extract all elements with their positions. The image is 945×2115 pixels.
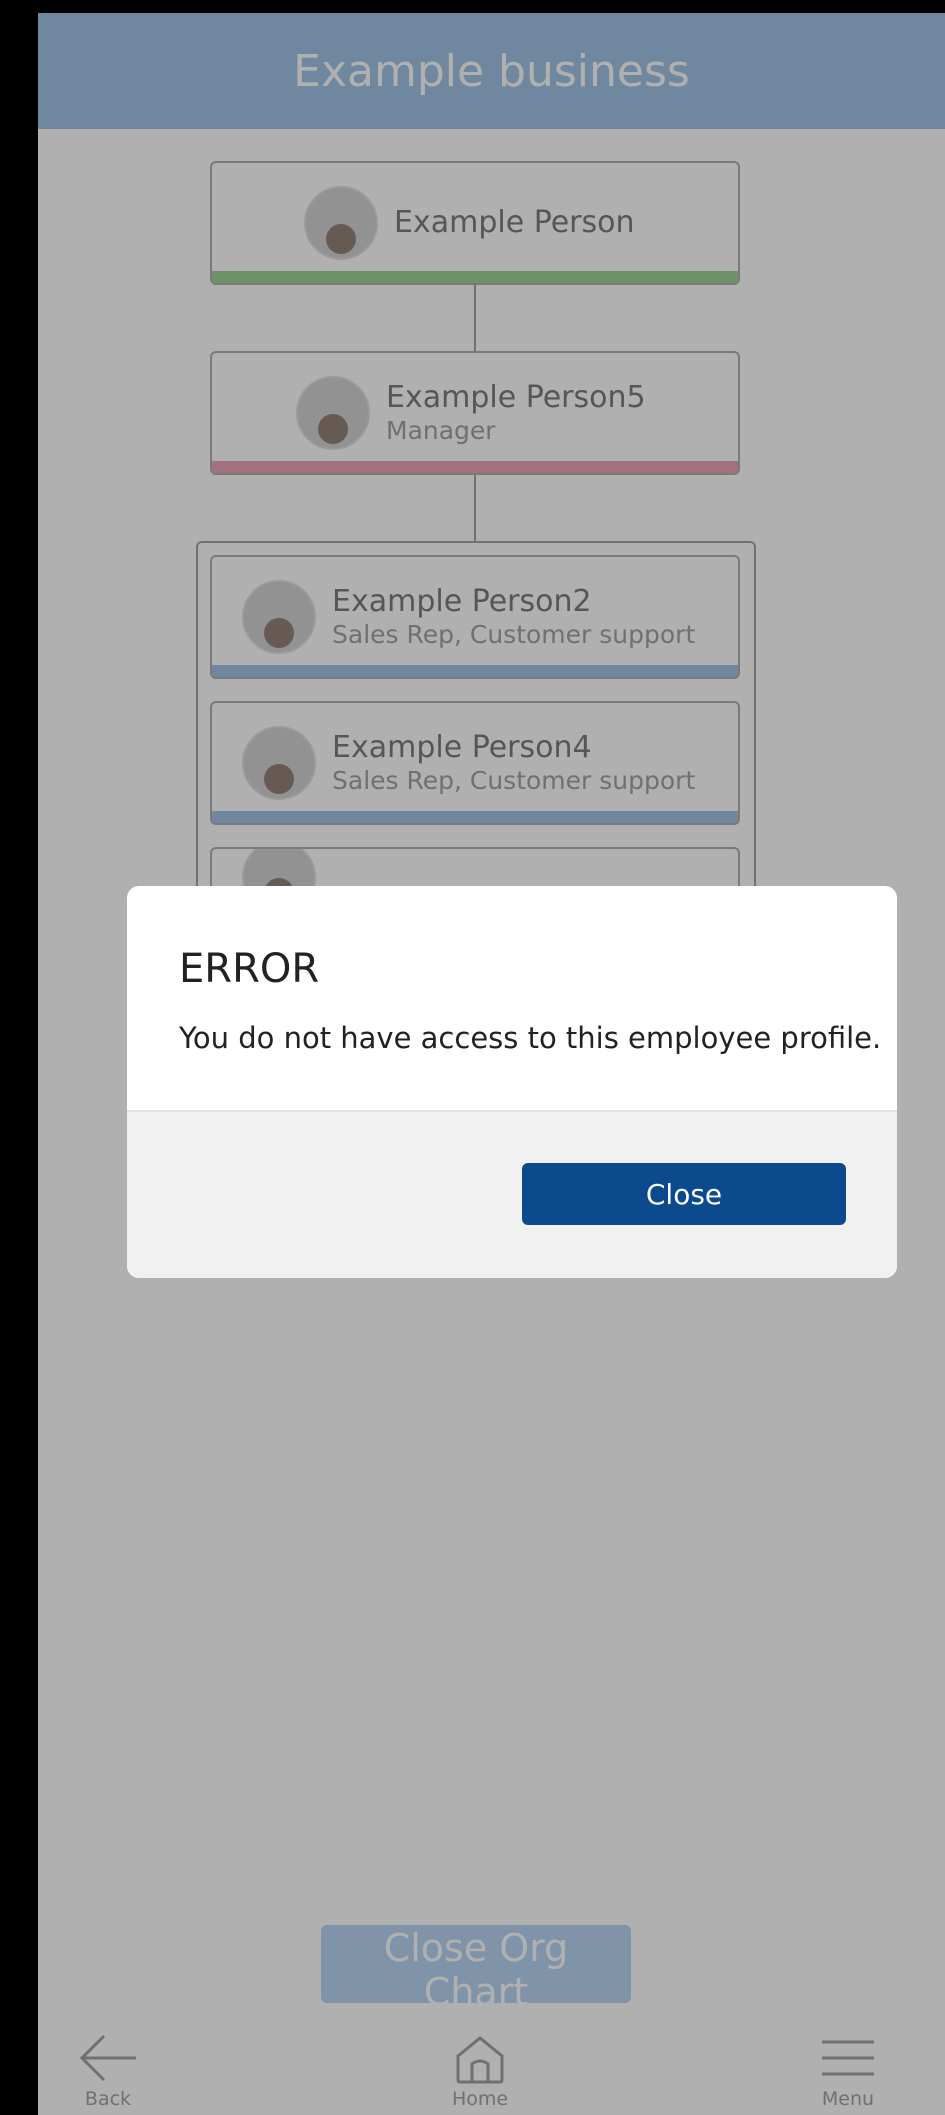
dialog-message: You do not have access to this employee …: [179, 1021, 882, 1055]
error-dialog: ERROR You do not have access to this emp…: [127, 886, 897, 1278]
dialog-title: ERROR: [179, 946, 320, 992]
app-screen: Example business Example Person Example …: [38, 13, 945, 2115]
close-button[interactable]: Close: [522, 1163, 846, 1225]
dialog-footer: Close: [127, 1110, 897, 1278]
